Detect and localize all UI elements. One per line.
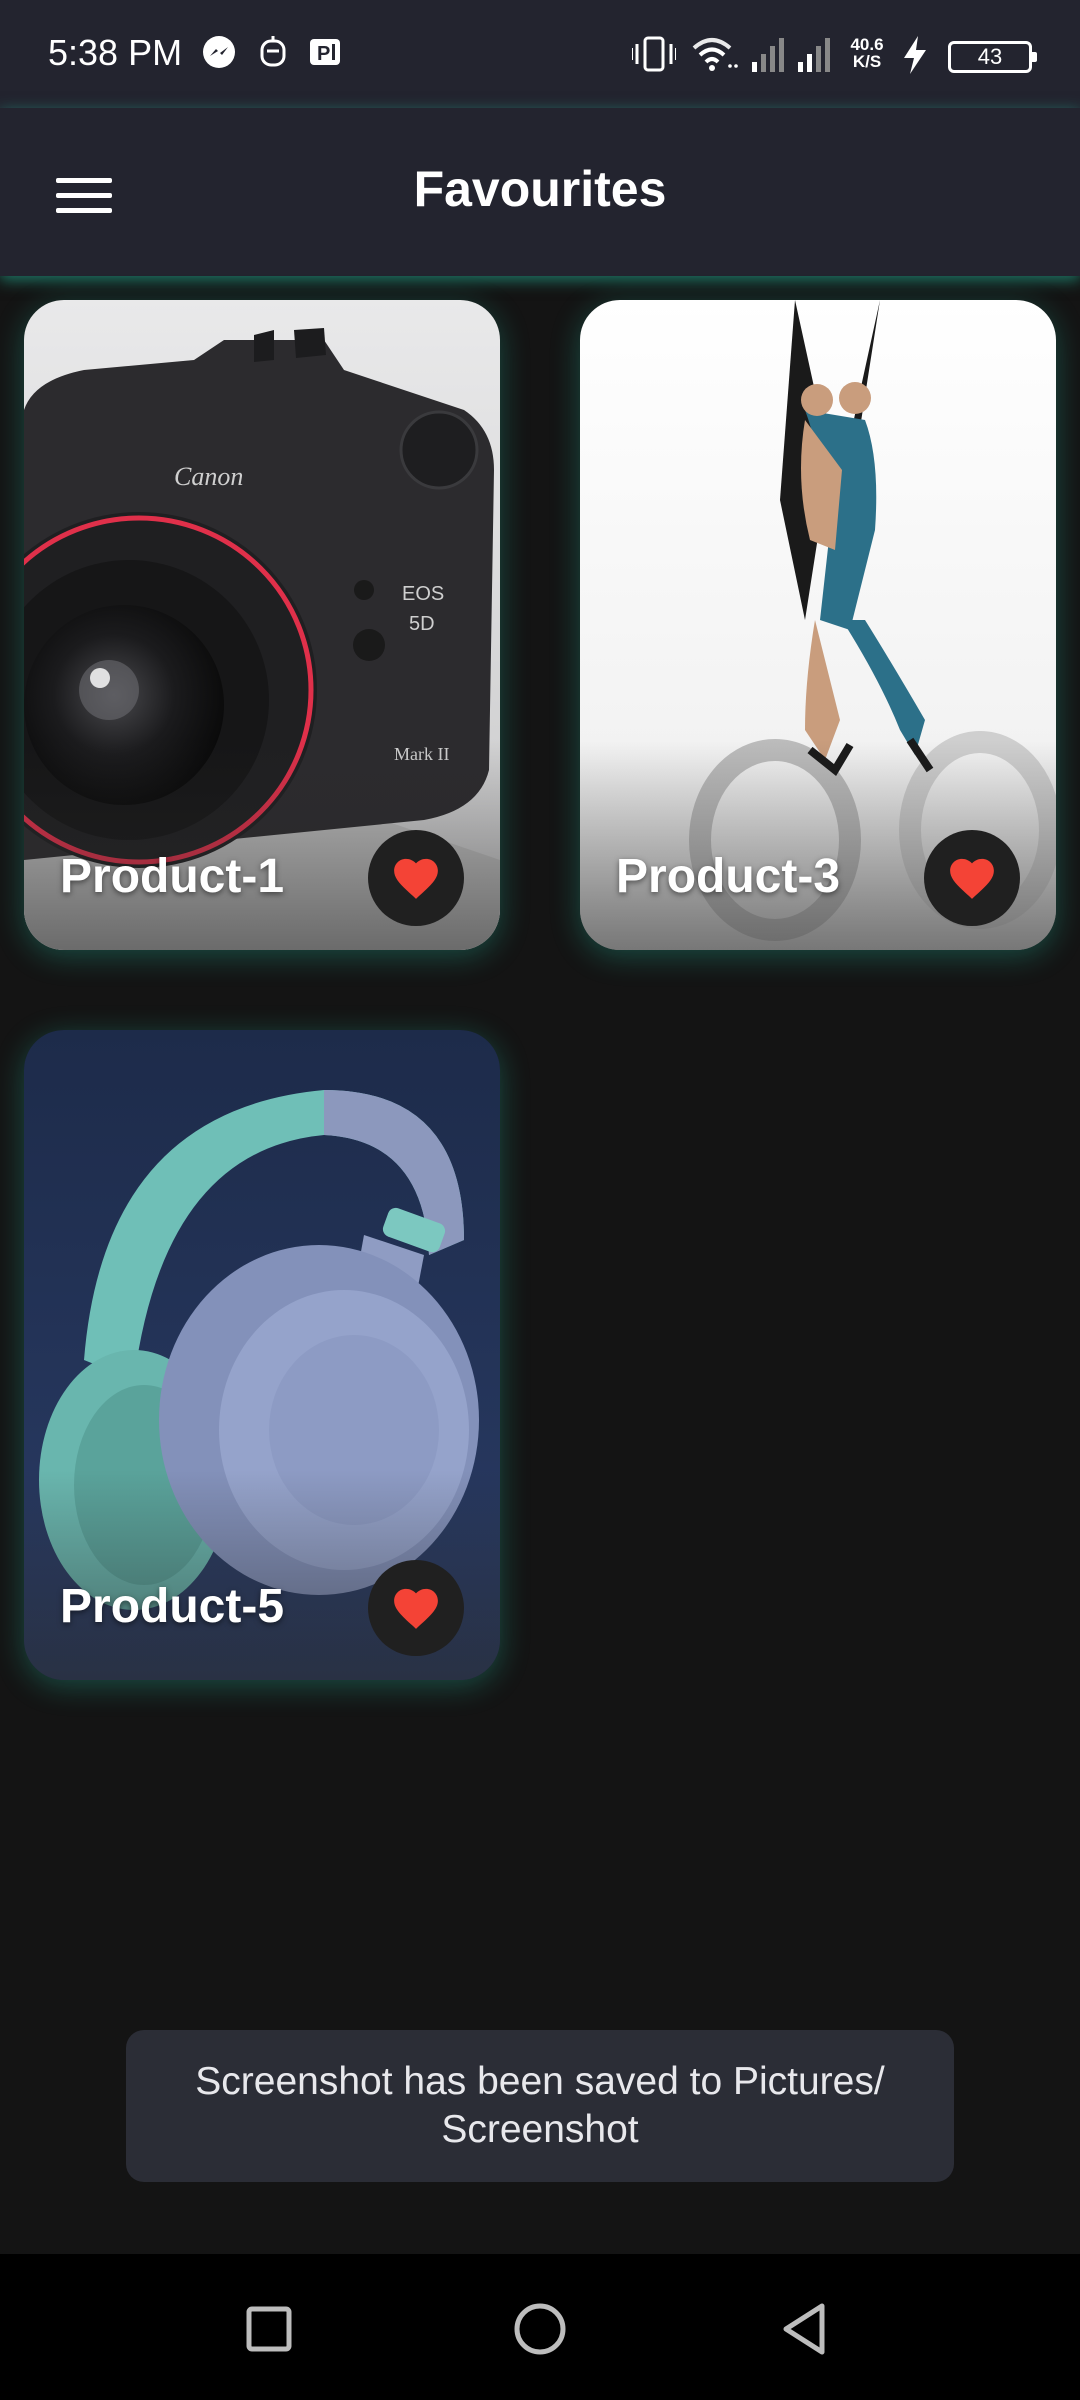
heart-icon [950, 858, 994, 899]
product-card[interactable]: Canon EOS 5D Mark II Product-1 [24, 300, 500, 950]
product-name: Product-1 [60, 850, 285, 903]
favorite-button[interactable] [924, 830, 1020, 926]
product-card[interactable]: Product-5 [24, 1030, 500, 1680]
product-name: Product-3 [616, 850, 841, 903]
app-bar: Favourites [0, 108, 1080, 276]
signal-icon [798, 38, 830, 72]
vibrate-icon [632, 36, 676, 72]
status-icons: 40.6 K/S 43 [632, 28, 1037, 78]
signal-icon [752, 38, 784, 72]
svg-text:EOS: EOS [402, 583, 444, 605]
heart-icon [394, 858, 438, 899]
toast-message: Screenshot has been saved to Pictures/ S… [126, 2030, 954, 2182]
toast-line-2: Screenshot [441, 2108, 639, 2151]
product-name: Product-5 [60, 1580, 285, 1633]
assistant-icon [260, 36, 286, 67]
status-bar: 5:38 PM P 40.6 K/S 43 [0, 0, 1080, 108]
back-triangle-icon[interactable] [770, 2294, 840, 2364]
product-card[interactable]: Product-3 [580, 300, 1056, 950]
toast-line-1: Screenshot has been saved to Pictures/ [195, 2060, 885, 2103]
favorite-button[interactable] [368, 830, 464, 926]
recents-square-icon[interactable] [234, 2294, 304, 2364]
favorite-button[interactable] [368, 1560, 464, 1656]
wifi-icon [692, 38, 738, 71]
network-speed-value: 40.6 [850, 35, 884, 54]
svg-text:P: P [317, 43, 330, 65]
page-title: Favourites [413, 161, 667, 217]
network-speed: 40.6 K/S [842, 36, 892, 70]
system-nav-bar [0, 2254, 1080, 2400]
svg-text:5D: 5D [409, 613, 435, 635]
battery-indicator: 43 [948, 41, 1037, 73]
heart-icon [394, 1588, 438, 1629]
messenger-icon [203, 36, 235, 68]
home-circle-icon[interactable] [505, 2294, 575, 2364]
charging-icon [904, 36, 926, 74]
parking-app-icon: P [310, 39, 340, 65]
svg-text:Canon: Canon [174, 462, 243, 491]
status-time: 5:38 PM [48, 32, 183, 73]
network-speed-unit: K/S [852, 52, 882, 71]
